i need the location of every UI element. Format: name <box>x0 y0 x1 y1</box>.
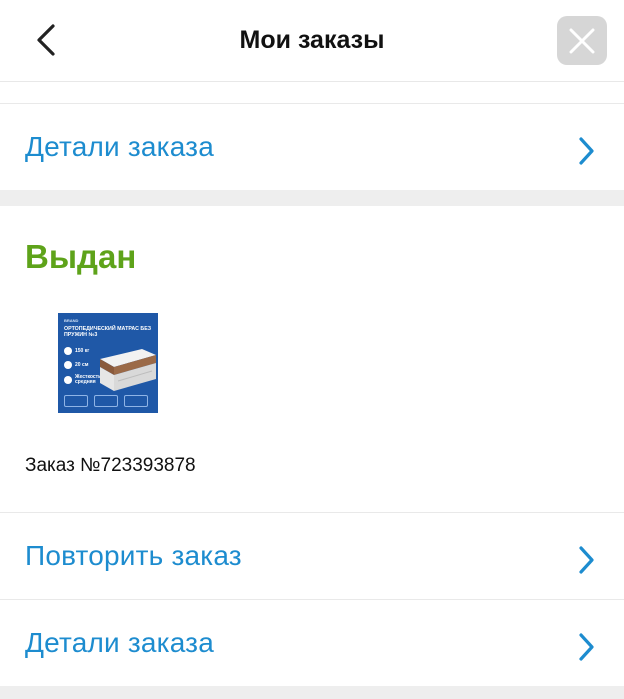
thumbnail-spec: 20 см <box>64 361 88 369</box>
repeat-order-row[interactable]: Повторить заказ <box>0 513 624 599</box>
thumbnail-spec: 150 кг <box>64 347 89 355</box>
firmness-icon <box>64 376 72 384</box>
section-gap <box>0 190 624 206</box>
order-details-label: Детали заказа <box>25 131 214 162</box>
order-number: Заказ №723393878 <box>25 455 196 476</box>
product-thumbnail[interactable]: BRAND ОРТОПЕДИЧЕСКИЙ МАТРАС БЕЗ ПРУЖИН №… <box>58 313 158 413</box>
chevron-right-icon <box>579 137 594 165</box>
height-icon <box>64 361 72 369</box>
thumbnail-title: ОРТОПЕДИЧЕСКИЙ МАТРАС БЕЗ ПРУЖИН №3 <box>64 326 152 339</box>
close-icon <box>569 28 595 53</box>
feature-badge <box>94 395 118 407</box>
order-details-row-top[interactable]: Детали заказа <box>0 104 624 190</box>
orders-screen: Мои заказы Детали заказа Выдан BRAND ОРТ… <box>0 0 624 699</box>
chevron-right-icon <box>579 633 594 661</box>
mattress-image <box>100 349 156 391</box>
feature-badge <box>64 395 88 407</box>
thumbnail-footer <box>64 395 148 407</box>
order-details-row-bottom[interactable]: Детали заказа <box>0 600 624 686</box>
close-button[interactable] <box>557 16 607 65</box>
header: Мои заказы <box>0 0 624 82</box>
thumbnail-brand: BRAND <box>64 318 79 323</box>
order-details-label: Детали заказа <box>25 627 214 658</box>
repeat-order-label: Повторить заказ <box>25 540 242 571</box>
section-gap <box>0 686 624 699</box>
chevron-right-icon <box>579 546 594 574</box>
page-title: Мои заказы <box>239 26 385 54</box>
order-status: Выдан <box>25 238 137 275</box>
weight-icon <box>64 347 72 355</box>
feature-badge <box>124 395 148 407</box>
